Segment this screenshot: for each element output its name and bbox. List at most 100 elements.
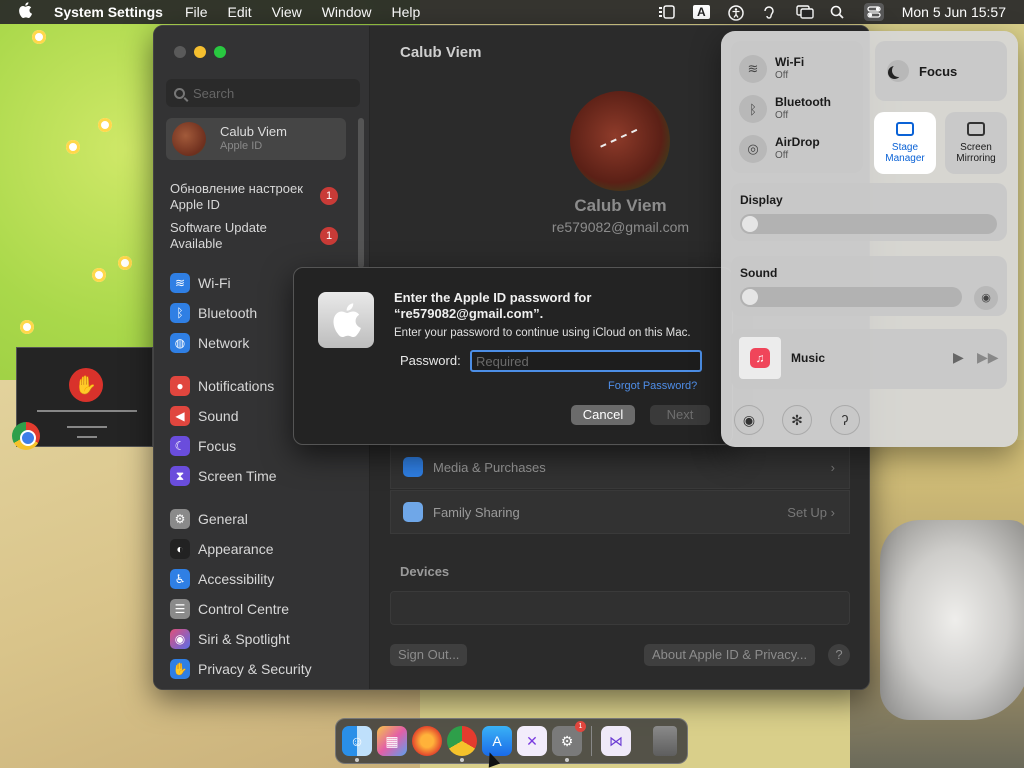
input-source-icon[interactable]: A <box>693 5 710 19</box>
bluetooth-status: Off <box>775 110 789 121</box>
menu-view[interactable]: View <box>272 4 302 20</box>
xcode-like-app-icon[interactable]: ✕ <box>517 726 547 756</box>
wifi-toggle[interactable]: ≋ Wi-Fi Off <box>739 55 804 83</box>
sidebar-item-focus[interactable]: ☾ Focus <box>170 435 236 457</box>
sidebar-item-accessibility[interactable]: ♿ Accessibility <box>170 568 274 590</box>
system-settings-icon[interactable]: ⚙ 1 <box>552 721 586 762</box>
apple-id-avatar[interactable] <box>570 91 670 191</box>
user-switcher-icon[interactable]: ◉ <box>734 405 764 435</box>
apple-id-update-item[interactable]: Обновление настроек Apple ID <box>170 181 320 213</box>
notification-badge: 1 <box>320 227 338 245</box>
globe-icon: ◍ <box>170 333 190 353</box>
close-window-button[interactable] <box>174 46 186 58</box>
sidebar-item-notifications[interactable]: ● Notifications <box>170 375 274 397</box>
sidebar-apple-id-profile[interactable]: Calub Viem Apple ID <box>166 118 346 160</box>
menu-window[interactable]: Window <box>322 4 372 20</box>
sidebar-item-appearance[interactable]: ◐ Appearance <box>170 538 274 560</box>
finder-icon[interactable]: ☺ <box>342 726 372 762</box>
media-purchases-row[interactable]: Media & Purchases › <box>390 445 850 489</box>
forgot-password-link[interactable]: Forgot Password? <box>608 380 697 392</box>
airplay-audio-icon[interactable]: ◉ <box>974 286 998 310</box>
chrome-window-icon[interactable] <box>12 422 40 450</box>
app-store-icon[interactable]: A <box>482 726 512 756</box>
minimize-window-button[interactable] <box>194 46 206 58</box>
control-centre-panel: ≋ Wi-Fi Off ᛒ Bluetooth Off ◎ AirDrop Off F… <box>721 31 1018 447</box>
moon-icon <box>887 60 909 82</box>
dock: ☺ ▦ A ✕ ⚙ 1 ⋈ <box>335 718 688 764</box>
accessibility-icon: ♿ <box>170 569 190 589</box>
stage-manager-toggle[interactable]: Stage Manager <box>874 112 936 174</box>
trash-icon[interactable] <box>653 726 677 756</box>
stage-manager-menu-icon[interactable] <box>659 5 675 19</box>
row-label: Family Sharing <box>433 504 520 520</box>
firefox-icon[interactable] <box>412 726 442 756</box>
play-icon[interactable]: ▶ <box>953 349 964 366</box>
bluetooth-icon: ᛒ <box>739 95 767 123</box>
menu-file[interactable]: File <box>185 4 208 20</box>
about-apple-id-button[interactable]: About Apple ID & Privacy... <box>644 644 816 666</box>
row-label: Media & Purchases <box>433 459 546 475</box>
software-update-item[interactable]: Software Update Available <box>170 220 320 252</box>
sidebar-item-bluetooth[interactable]: ᛒ Bluetooth <box>170 302 257 324</box>
chrome-icon[interactable] <box>447 726 477 762</box>
bell-icon: ● <box>170 376 190 396</box>
menu-app-name[interactable]: System Settings <box>54 4 163 20</box>
spotlight-search-icon[interactable] <box>830 5 846 19</box>
visual-studio-icon[interactable]: ⋈ <box>601 726 631 756</box>
hearing-icon[interactable]: ʔ <box>830 405 860 435</box>
sidebar-item-screen-time[interactable]: ⧗ Screen Time <box>170 465 277 487</box>
airdrop-icon: ◎ <box>739 135 767 163</box>
profile-subtitle: Apple ID <box>220 140 263 152</box>
password-input[interactable] <box>470 350 702 372</box>
settings-badge: 1 <box>575 721 586 732</box>
sidebar-item-wifi[interactable]: ≋ Wi-Fi <box>170 272 231 294</box>
screen-mirroring-toggle[interactable]: Screen Mirroring <box>945 112 1007 174</box>
wallpaper-flower <box>20 320 34 334</box>
sidebar-search[interactable]: Search <box>166 79 360 107</box>
running-indicator <box>355 758 359 762</box>
sidebar-item-label: Network <box>198 335 250 351</box>
sign-out-button[interactable]: Sign Out... <box>390 644 468 666</box>
display-tile: Display <box>731 183 1007 241</box>
bluetooth-toggle[interactable]: ᛒ Bluetooth Off <box>739 95 831 123</box>
sidebar-item-label: Bluetooth <box>198 305 258 321</box>
accessibility-shortcuts-icon[interactable]: ✻ <box>782 405 812 435</box>
stage-manager-icon <box>896 122 914 136</box>
sidebar-item-siri-spotlight[interactable]: ◉ Siri & Spotlight <box>170 628 290 650</box>
volume-slider[interactable] <box>740 287 962 307</box>
focus-tile[interactable]: Focus <box>875 41 1007 101</box>
sidebar-item-network[interactable]: ◍ Network <box>170 332 249 354</box>
now-playing-tile[interactable]: ♫ Music ▶ ▶▶ <box>731 329 1007 389</box>
appearance-icon: ◐ <box>170 539 190 559</box>
help-button[interactable]: ? <box>828 644 850 666</box>
fast-forward-icon[interactable]: ▶▶ <box>977 349 999 366</box>
avatar <box>172 122 206 156</box>
sidebar-scrollbar[interactable] <box>358 118 364 268</box>
family-sharing-row[interactable]: Family Sharing Set Up › <box>390 490 850 534</box>
dialog-title: Enter the Apple ID password for “re57908… <box>394 290 592 321</box>
launchpad-icon[interactable]: ▦ <box>377 726 407 756</box>
accessibility-menu-icon[interactable] <box>727 5 744 21</box>
family-icon <box>403 502 423 522</box>
menu-help[interactable]: Help <box>392 4 421 20</box>
sound-label: Sound <box>740 266 778 280</box>
next-button[interactable]: Next <box>650 405 710 425</box>
music-label: Music <box>791 351 826 365</box>
apple-menu-icon[interactable] <box>18 2 34 22</box>
hearing-menu-icon[interactable] <box>762 5 778 19</box>
brightness-slider[interactable] <box>740 214 997 234</box>
menubar-clock[interactable]: Mon 5 Jun 15:57 <box>902 4 1006 20</box>
menu-edit[interactable]: Edit <box>228 4 252 20</box>
cancel-button[interactable]: Cancel <box>571 405 635 425</box>
airdrop-toggle[interactable]: ◎ AirDrop Off <box>739 135 820 163</box>
control-centre-icon[interactable] <box>863 3 884 21</box>
sidebar-item-sound[interactable]: ◀ Sound <box>170 405 238 427</box>
sidebar-item-control-centre[interactable]: ☰ Control Centre <box>170 598 289 620</box>
sidebar-item-label: Notifications <box>198 378 275 394</box>
music-note-icon: ♫ <box>750 348 770 368</box>
maximize-window-button[interactable] <box>214 46 226 58</box>
sidebar-item-privacy-security[interactable]: ✋ Privacy & Security <box>170 658 312 680</box>
sidebar-item-general[interactable]: ⚙ General <box>170 508 248 530</box>
screen-mirroring-menu-icon[interactable] <box>796 5 814 19</box>
devices-list <box>390 591 850 625</box>
